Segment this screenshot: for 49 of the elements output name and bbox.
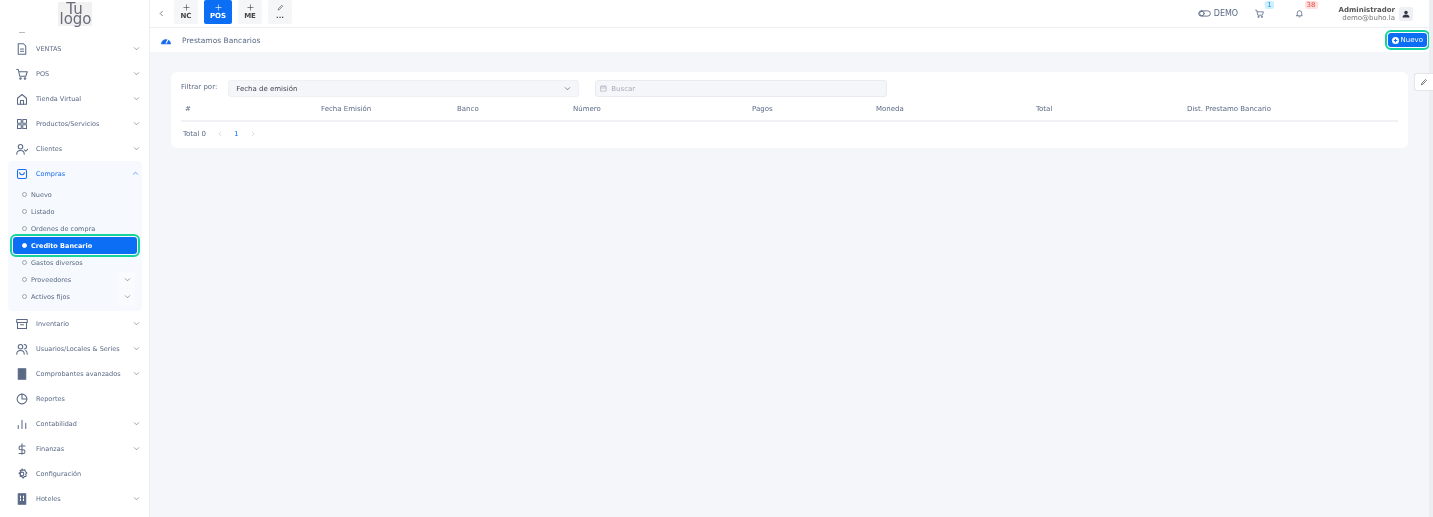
store-icon: [16, 92, 28, 105]
chevron-down-icon: [133, 45, 140, 52]
user-check-icon: [16, 142, 28, 155]
plus-circle-icon: [1391, 36, 1399, 44]
chevron-down-icon: [133, 445, 140, 452]
logo: Tu logo: [57, 2, 92, 26]
chevron-down-icon: [133, 420, 140, 427]
receipt-icon: [16, 367, 28, 380]
avatar-icon[interactable]: [1399, 6, 1413, 21]
chevron-down-icon: [133, 495, 140, 502]
grid-icon: [16, 117, 28, 130]
plus-icon: [182, 4, 190, 11]
document-icon: [16, 42, 28, 55]
chevron-down-icon: [133, 320, 140, 327]
chevron-down-icon: [564, 85, 572, 92]
chevron-right-icon: [249, 131, 256, 137]
calendar-icon: [600, 85, 608, 92]
bell-icon: [1294, 9, 1304, 18]
plus-icon: [246, 4, 254, 11]
dollar-icon: [16, 442, 28, 455]
back-button[interactable]: [158, 10, 165, 17]
demo-toggle[interactable]: DEMO: [1197, 9, 1239, 18]
chevron-down-icon: [133, 70, 140, 77]
chevron-down-icon: [123, 276, 131, 283]
cart-icon: [16, 67, 28, 80]
chevron-down-icon: [133, 145, 140, 152]
chevron-down-icon: [123, 293, 131, 300]
chevron-left-icon: [158, 10, 165, 17]
chevron-left-icon: [217, 131, 224, 137]
plus-icon: [214, 4, 222, 11]
notifications-button[interactable]: [1294, 9, 1304, 18]
pencil-icon: [1420, 78, 1428, 86]
users-icon: [16, 342, 28, 355]
chevron-up-icon: [132, 170, 139, 177]
chevron-down-icon: [133, 345, 140, 352]
bar-chart-icon: [16, 417, 28, 430]
chevron-down-icon: [133, 370, 140, 377]
toggle-icon: [1197, 9, 1211, 18]
chevron-down-icon: [133, 120, 140, 127]
settings-icon: [16, 467, 28, 480]
pencil-icon: [276, 4, 284, 11]
pie-chart-icon: [16, 392, 28, 405]
building-icon: [16, 492, 28, 505]
customize-button[interactable]: [1414, 73, 1433, 91]
bag-icon: [16, 167, 28, 180]
chevron-down-icon: [133, 95, 140, 102]
cart-button[interactable]: [1255, 9, 1265, 18]
archive-icon: [16, 317, 28, 330]
cart-icon: [1255, 9, 1265, 18]
